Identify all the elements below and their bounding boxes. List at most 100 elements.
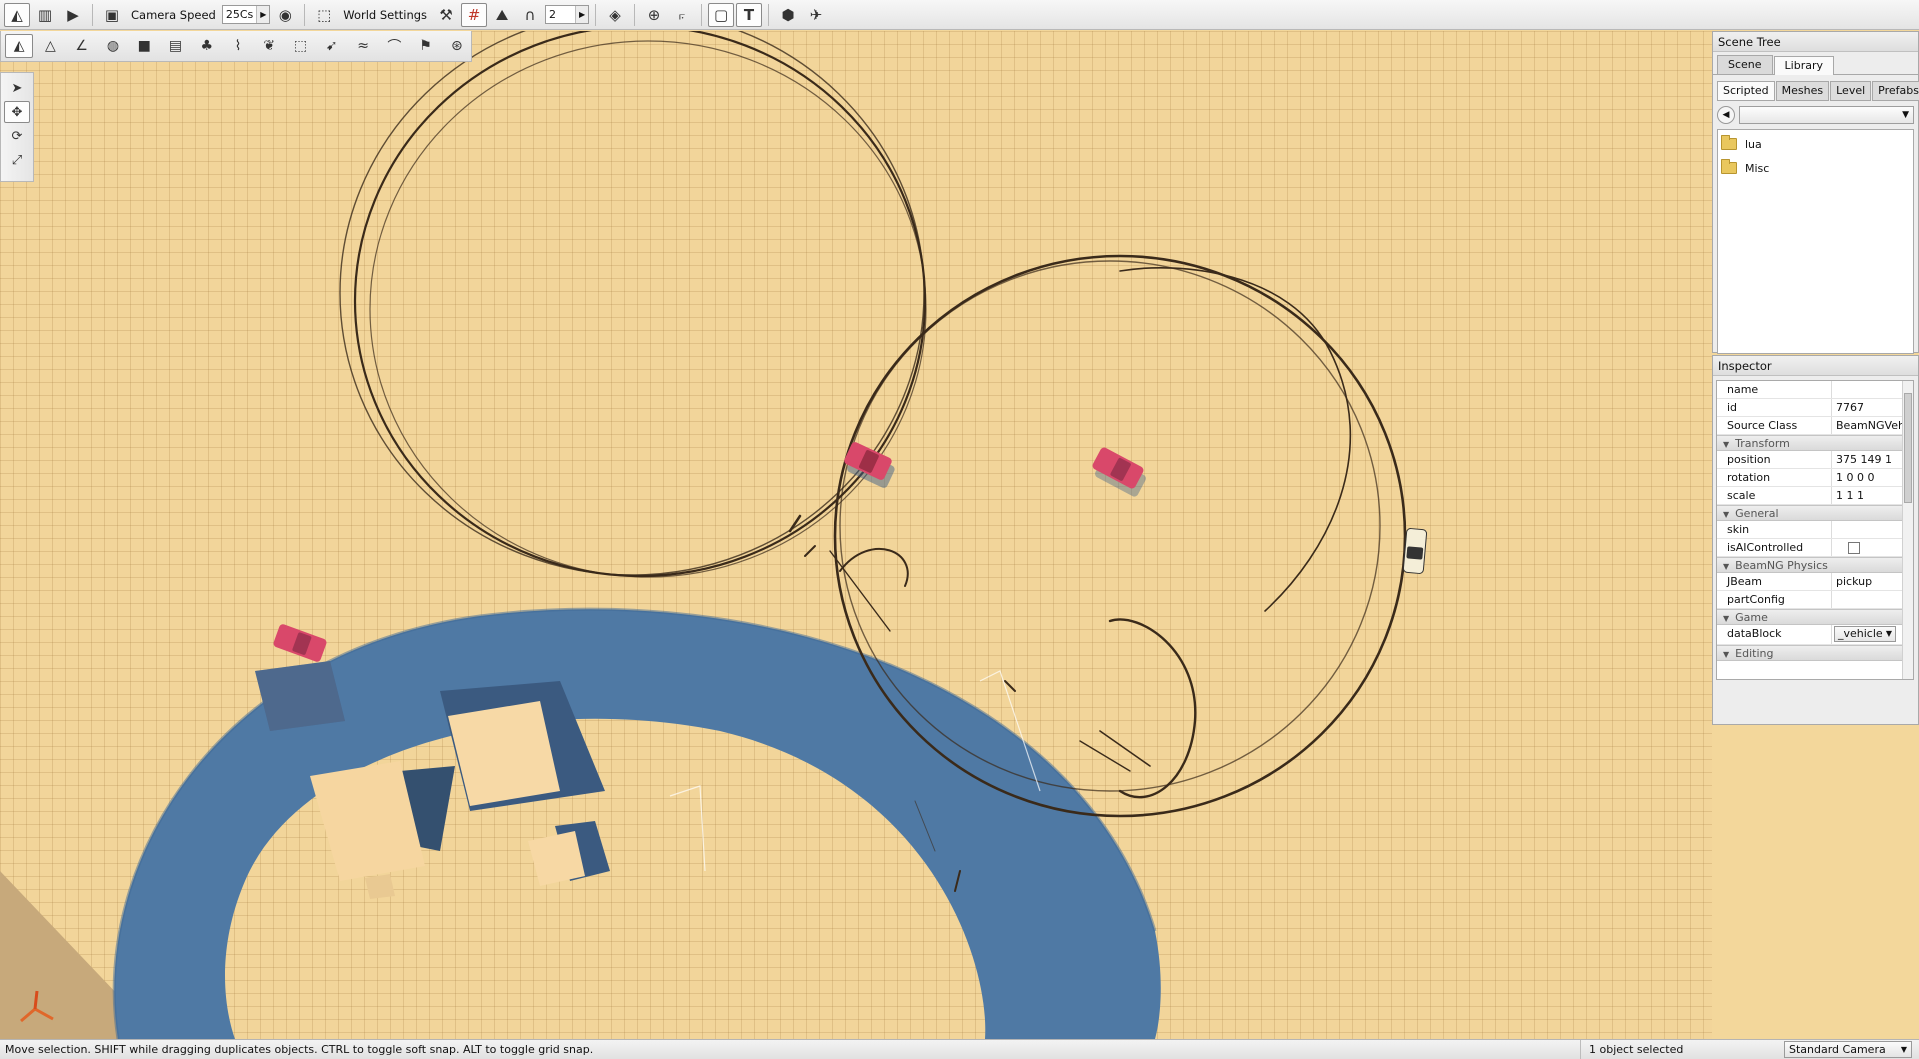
wheel-icon[interactable]: ⊛ [443, 34, 471, 58]
camera-speed-field[interactable]: 25Cs ▶ [221, 5, 271, 24]
tab-library[interactable]: Library [1773, 56, 1835, 75]
tab-prefabs[interactable]: Prefabs [1872, 81, 1919, 101]
select-arrow-icon[interactable]: ➤ [4, 77, 30, 99]
property-value[interactable]: 1 1 1 [1832, 487, 1913, 504]
property-value[interactable]: pickup [1832, 573, 1913, 590]
group-general[interactable]: ▼ General [1717, 505, 1913, 521]
property-label: partConfig [1717, 591, 1832, 608]
datablock-dropdown[interactable]: _vehicle ▼ [1834, 626, 1896, 642]
tab-meshes[interactable]: Meshes [1775, 81, 1830, 101]
property-value[interactable] [1832, 591, 1913, 608]
world-settings-button[interactable]: World Settings [339, 8, 431, 22]
bird-icon[interactable]: ✈ [803, 3, 829, 27]
scrollbar-thumb[interactable] [1904, 393, 1912, 503]
path-icon[interactable]: ▤ [161, 34, 189, 58]
property-value[interactable]: 1 0 0 0 [1832, 469, 1913, 486]
sphere-icon[interactable]: ◍ [99, 34, 127, 58]
vehicle-2 [1092, 447, 1146, 497]
flag-icon[interactable]: ⚑ [411, 34, 439, 58]
terrain-snap-icon[interactable]: ⛰ [489, 3, 515, 27]
editor-tools-toolbar: ◭ △ ∠ ◍ ■ ▤ ♣ ⌇ ❦ ⬚ ➹ ≈ ⌒ ⚑ ⊛ [0, 31, 472, 62]
rotate-icon[interactable]: ⟳ [4, 125, 30, 147]
is-ai-controlled-checkbox[interactable] [1848, 542, 1860, 554]
property-row-part-config[interactable]: partConfig [1717, 591, 1913, 609]
brush-icon[interactable]: ⌇ [224, 34, 252, 58]
collapse-triangle-icon: ▼ [1723, 562, 1730, 571]
collapse-triangle-icon: ▼ [1723, 510, 1730, 519]
painter-icon[interactable]: ∠ [68, 34, 96, 58]
property-value[interactable] [1832, 381, 1913, 398]
object-icon[interactable]: ◈ [602, 3, 628, 27]
wrench-icon[interactable]: ⚒ [433, 3, 459, 27]
road-icon[interactable]: ⬚ [286, 34, 314, 58]
property-row-source-class[interactable]: Source Class BeamNGVeh [1717, 417, 1913, 435]
camera-icon[interactable]: ▣ [99, 3, 125, 27]
select-frame-icon[interactable]: ▢ [708, 2, 735, 27]
move-icon[interactable]: ✥ [4, 101, 30, 123]
toolbar-divider [92, 3, 93, 26]
object-editor-icon[interactable]: ◭ [5, 34, 34, 58]
group-game[interactable]: ▼ Game [1717, 609, 1913, 625]
vehicle-3 [273, 624, 327, 662]
property-row-position[interactable]: position 375 149 1 [1717, 451, 1913, 469]
property-row-id[interactable]: id 7767 [1717, 399, 1913, 417]
list-item[interactable]: lua [1718, 132, 1913, 156]
cube-icon[interactable]: ■ [130, 34, 158, 58]
property-value[interactable]: 375 149 1 [1832, 451, 1913, 468]
camera-mode-value: Standard Camera [1789, 1043, 1886, 1056]
property-row-datablock[interactable]: dataBlock _vehicle ▼ [1717, 625, 1913, 645]
property-label: JBeam [1717, 573, 1832, 590]
visibility-eye-icon[interactable]: ◉ [272, 3, 298, 27]
chevron-right-icon[interactable]: ▶ [575, 6, 589, 23]
play-icon[interactable]: ▶ [60, 3, 86, 27]
decal-icon[interactable]: ➹ [318, 34, 346, 58]
snap-size-field[interactable]: 2 ▶ [545, 5, 590, 24]
panels-icon[interactable]: ▥ [32, 3, 58, 27]
property-row-skin[interactable]: skin [1717, 521, 1913, 539]
text-icon[interactable]: T [736, 2, 763, 27]
group-editing[interactable]: ▼ Editing [1717, 645, 1913, 661]
scale-icon[interactable]: ⤢ [4, 149, 30, 171]
snap-size-value: 2 [549, 8, 557, 21]
chevron-right-icon[interactable]: ▶ [256, 6, 270, 23]
measure-icon[interactable]: ⟔ [669, 3, 695, 27]
folder-label: lua [1745, 137, 1762, 151]
property-value[interactable] [1832, 521, 1913, 538]
library-path-dropdown[interactable]: ▼ [1739, 106, 1914, 124]
mesh-road-icon[interactable]: ⌒ [380, 34, 408, 58]
folder-label: Misc [1745, 161, 1770, 175]
inspector-panel: Inspector name id 7767 Source Class Beam… [1712, 355, 1919, 725]
back-arrow-icon[interactable]: ◀ [1717, 106, 1735, 124]
toolbar-divider [701, 3, 703, 26]
terrain-icon[interactable]: △ [36, 34, 64, 58]
tree-icon[interactable]: ♣ [193, 34, 221, 58]
camera-mode-dropdown[interactable]: Standard Camera ▼ [1784, 1041, 1912, 1058]
river-icon[interactable]: ≈ [349, 34, 377, 58]
box-icon[interactable]: ⬢ [775, 3, 801, 27]
property-row-rotation[interactable]: rotation 1 0 0 0 [1717, 469, 1913, 487]
property-row-name[interactable]: name [1717, 381, 1913, 399]
inspector-scrollbar[interactable] [1902, 381, 1913, 679]
bounds-icon[interactable]: ⊕ [641, 3, 667, 27]
magnet-icon[interactable]: ∩ [517, 3, 543, 27]
list-item[interactable]: Misc [1718, 156, 1913, 180]
property-row-scale[interactable]: scale 1 1 1 [1717, 487, 1913, 505]
grid-snap-icon[interactable]: # [461, 2, 488, 27]
group-beamng-physics[interactable]: ▼ BeamNG Physics [1717, 557, 1913, 573]
tab-level[interactable]: Level [1830, 81, 1872, 101]
3d-viewport[interactable] [0, 31, 1712, 1039]
property-label: name [1717, 381, 1832, 398]
group-transform[interactable]: ▼ Transform [1717, 435, 1913, 451]
property-row-jbeam[interactable]: JBeam pickup [1717, 573, 1913, 591]
group-label: Editing [1735, 647, 1774, 660]
property-label: rotation [1717, 469, 1832, 486]
tab-scripted[interactable]: Scripted [1717, 81, 1775, 101]
toolbar-divider [768, 3, 770, 26]
status-bar: Move selection. SHIFT while dragging dup… [0, 1039, 1919, 1059]
leaf-icon[interactable]: ❦ [255, 34, 283, 58]
property-row-is-ai[interactable]: isAIControlled [1717, 539, 1913, 557]
screenshot-icon[interactable]: ⬚ [311, 3, 337, 27]
tab-scene[interactable]: Scene [1717, 55, 1773, 74]
block-top-4 [528, 831, 585, 886]
terrain-editor-icon[interactable]: ◭ [4, 2, 30, 27]
